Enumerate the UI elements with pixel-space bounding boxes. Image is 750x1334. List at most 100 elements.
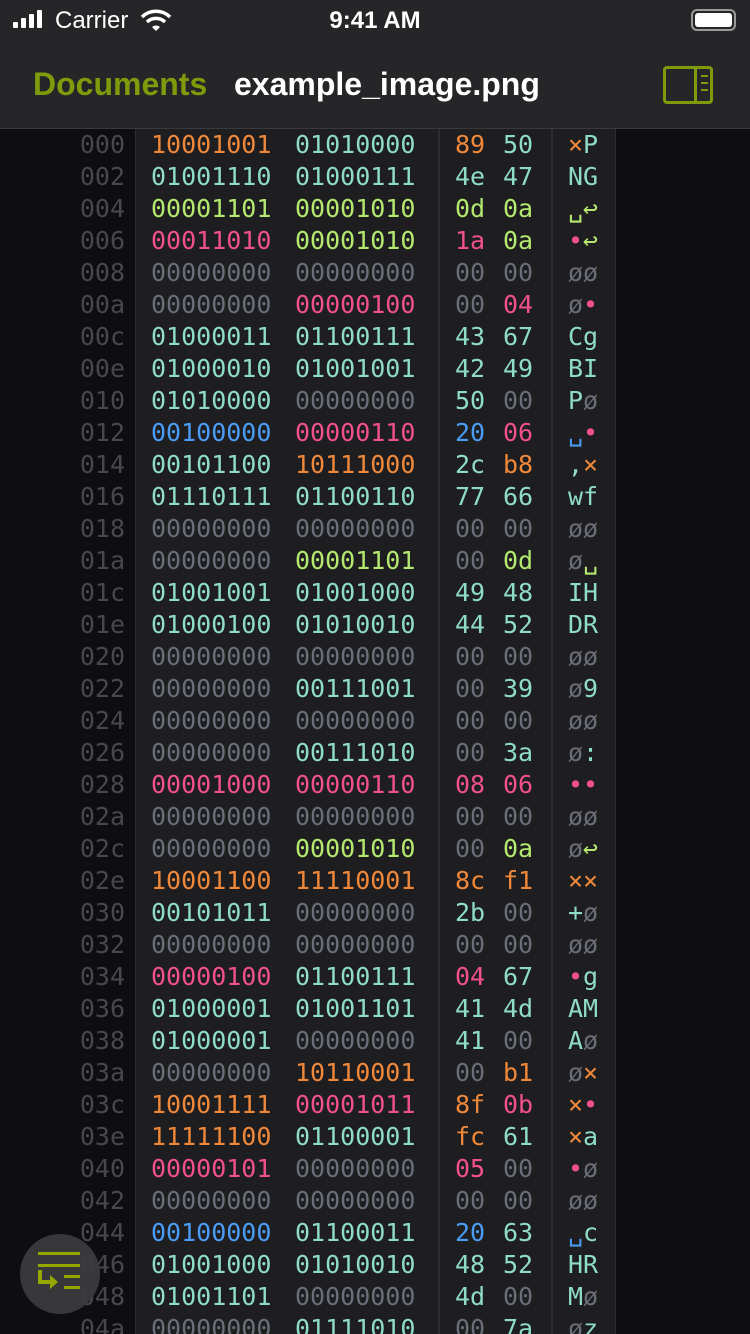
hex-row[interactable]: 040 00000101 05 • 00000000 00 ø	[0, 1153, 750, 1185]
hex-row[interactable]: 026 00000000 00 ø 00111010 3a:	[0, 737, 750, 769]
hex-byte[interactable]: 00	[455, 801, 485, 833]
ascii-char[interactable]: 9	[583, 673, 598, 705]
hex-byte[interactable]: 0a	[503, 225, 533, 257]
hex-row[interactable]: 03e 11111100 fc × 01100001 61 a	[0, 1121, 750, 1153]
ascii-char[interactable]: •	[583, 1089, 598, 1121]
hex-byte[interactable]: b8	[503, 449, 533, 481]
hex-byte[interactable]: 2c	[455, 449, 485, 481]
binary-byte[interactable]: 01000001	[151, 993, 271, 1025]
ascii-char[interactable]: ×	[568, 129, 583, 161]
binary-byte[interactable]: 00000000	[295, 705, 415, 737]
ascii-char[interactable]: ø	[583, 929, 598, 961]
binary-byte[interactable]: 00000000	[151, 673, 271, 705]
hex-row[interactable]: 036 01000001 41 A 01001101 4d M	[0, 993, 750, 1025]
hex-byte[interactable]: 00	[503, 705, 533, 737]
hex-row[interactable]: 002 01001110 4e N 01000111 47 G	[0, 161, 750, 193]
binary-byte[interactable]: 00000110	[295, 417, 415, 449]
hex-row[interactable]: 028 00001000 08 • 00000110 06 •	[0, 769, 750, 801]
hex-row[interactable]: 02a 00000000 00 ø 00000000 00 ø	[0, 801, 750, 833]
hex-byte[interactable]: 00	[455, 1185, 485, 1217]
hex-row[interactable]: 012 00100000 20 ␣ 00000110 06 •	[0, 417, 750, 449]
ascii-char[interactable]: ␣	[568, 417, 583, 449]
binary-byte[interactable]: 01100111	[295, 961, 415, 993]
binary-byte[interactable]: 00000000	[295, 513, 415, 545]
binary-byte[interactable]: 01001000	[151, 1249, 271, 1281]
hex-row[interactable]: 034 00000100 04 • 01100111 67 g	[0, 961, 750, 993]
binary-byte[interactable]: 00000000	[151, 641, 271, 673]
binary-byte[interactable]: 00000000	[151, 1057, 271, 1089]
hex-byte[interactable]: fc	[455, 1121, 485, 1153]
ascii-char[interactable]: ø	[568, 289, 583, 321]
binary-byte[interactable]: 01100011	[295, 1217, 415, 1249]
binary-byte[interactable]: 00111010	[295, 737, 415, 769]
ascii-char[interactable]: c	[583, 1217, 598, 1249]
ascii-char[interactable]: ø	[568, 929, 583, 961]
ascii-char[interactable]: •	[583, 769, 598, 801]
hex-row[interactable]: 01c 01001001 49 I 01001000 48 H	[0, 577, 750, 609]
binary-byte[interactable]: 00000000	[151, 1313, 271, 1334]
binary-byte[interactable]: 00000000	[295, 1185, 415, 1217]
ascii-char[interactable]: ø	[583, 385, 598, 417]
ascii-char[interactable]: z	[583, 1313, 598, 1334]
hex-row[interactable]: 044 00100000 20 ␣ 01100011 63 c	[0, 1217, 750, 1249]
hex-byte[interactable]: 43	[455, 321, 485, 353]
hex-byte[interactable]: 00	[455, 513, 485, 545]
ascii-char[interactable]: ø	[568, 1313, 583, 1334]
hex-byte[interactable]: 67	[503, 321, 533, 353]
hex-byte[interactable]: 3a	[503, 737, 533, 769]
ascii-char[interactable]: ø	[583, 1281, 598, 1313]
binary-byte[interactable]: 10110001	[295, 1057, 415, 1089]
hex-byte[interactable]: 04	[455, 961, 485, 993]
hex-row[interactable]: 000 10001001 89 × 01010000 50 P	[0, 129, 750, 161]
hex-byte[interactable]: 00	[455, 705, 485, 737]
hex-byte[interactable]: 4e	[455, 161, 485, 193]
binary-byte[interactable]: 00000000	[295, 897, 415, 929]
hex-byte[interactable]: b1	[503, 1057, 533, 1089]
ascii-char[interactable]: a	[583, 1121, 598, 1153]
ascii-char[interactable]: H	[583, 577, 598, 609]
wrap-lines-button[interactable]	[20, 1234, 100, 1314]
hex-byte[interactable]: 00	[455, 289, 485, 321]
ascii-char[interactable]: ø	[583, 257, 598, 289]
binary-byte[interactable]: 01000011	[151, 321, 271, 353]
hex-byte[interactable]: 00	[455, 929, 485, 961]
hex-byte[interactable]: 00	[455, 1057, 485, 1089]
ascii-char[interactable]: ø	[583, 1153, 598, 1185]
hex-byte[interactable]: 20	[455, 417, 485, 449]
ascii-char[interactable]: D	[568, 609, 583, 641]
binary-byte[interactable]: 00001010	[295, 193, 415, 225]
hex-byte[interactable]: 2b	[455, 897, 485, 929]
hex-byte[interactable]: 49	[455, 577, 485, 609]
hex-byte[interactable]: 00	[503, 801, 533, 833]
hex-byte[interactable]: 00	[503, 1281, 533, 1313]
hex-row[interactable]: 048 01001101 4d M 00000000 00 ø	[0, 1281, 750, 1313]
binary-byte[interactable]: 00000000	[295, 1025, 415, 1057]
ascii-char[interactable]: ø	[568, 545, 583, 577]
hex-row[interactable]: 020 00000000 00 ø 00000000 00 ø	[0, 641, 750, 673]
hex-byte[interactable]: 05	[455, 1153, 485, 1185]
hex-byte[interactable]: 06	[503, 769, 533, 801]
binary-byte[interactable]: 00000000	[151, 513, 271, 545]
ascii-char[interactable]: •	[568, 1153, 583, 1185]
hex-byte[interactable]: 00	[455, 641, 485, 673]
hex-byte[interactable]: 08	[455, 769, 485, 801]
binary-byte[interactable]: 00001010	[295, 833, 415, 865]
hex-byte[interactable]: 8f	[455, 1089, 485, 1121]
hex-byte[interactable]: 00	[503, 1185, 533, 1217]
ascii-char[interactable]: +	[568, 897, 583, 929]
hex-row[interactable]: 038 01000001 41 A 00000000 00 ø	[0, 1025, 750, 1057]
ascii-char[interactable]: ø	[583, 1185, 598, 1217]
hex-byte[interactable]: 06	[503, 417, 533, 449]
ascii-char[interactable]: g	[583, 321, 598, 353]
hex-byte[interactable]: 41	[455, 1025, 485, 1057]
binary-byte[interactable]: 01111010	[295, 1313, 415, 1334]
ascii-char[interactable]: ø	[568, 513, 583, 545]
sidebar-toggle-icon[interactable]	[663, 66, 713, 104]
hex-row[interactable]: 04a 00000000 00 ø 01111010 7a z	[0, 1313, 750, 1334]
ascii-char[interactable]: R	[583, 609, 598, 641]
hex-byte[interactable]: 47	[503, 161, 533, 193]
binary-byte[interactable]: 01010000	[151, 385, 271, 417]
binary-byte[interactable]: 00000000	[295, 385, 415, 417]
hex-byte[interactable]: 0b	[503, 1089, 533, 1121]
binary-byte[interactable]: 00100000	[151, 1217, 271, 1249]
